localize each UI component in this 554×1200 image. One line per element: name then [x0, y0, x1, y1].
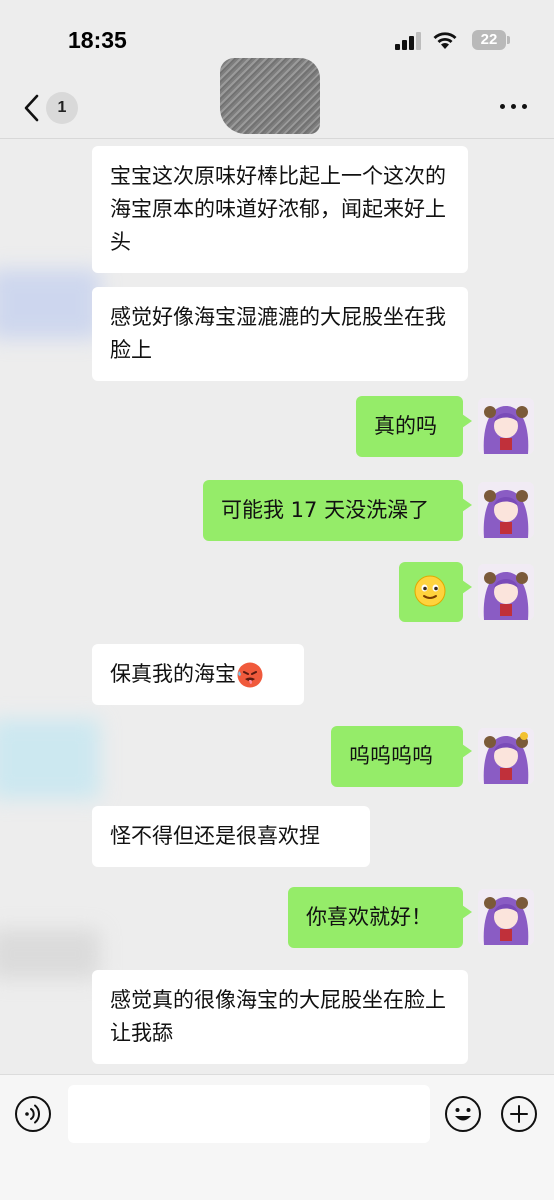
message-text: 感觉好像海宝湿漉漉的大屁股坐在我脸上 [110, 305, 446, 362]
avatar[interactable] [478, 889, 534, 945]
message-bubble-incoming[interactable]: 保真我的海宝 [92, 644, 304, 705]
background-smudge [0, 269, 100, 339]
unread-count-badge: 1 [46, 92, 78, 124]
message-bubble-incoming[interactable]: 宝宝这次原味好棒比起上一个这次的海宝原本的味道好浓郁，闻起来好上头 [92, 146, 468, 273]
battery-level: 22 [472, 30, 506, 50]
message-text: 宝宝这次原味好棒比起上一个这次的海宝原本的味道好浓郁，闻起来好上头 [110, 164, 446, 254]
message-input[interactable] [68, 1085, 430, 1143]
message-bubble-outgoing[interactable]: 呜呜呜呜 [331, 726, 472, 787]
battery-icon: 22 [472, 30, 510, 50]
voice-button[interactable] [14, 1095, 52, 1133]
voice-icon [15, 1096, 51, 1132]
wifi-icon [433, 32, 457, 49]
smiling-face-icon [414, 575, 446, 607]
chevron-left-icon [24, 94, 39, 122]
more-icon [500, 104, 505, 109]
message-bubble-incoming[interactable]: 感觉好像海宝湿漉漉的大屁股坐在我脸上 [92, 287, 468, 381]
hot-face-icon [237, 662, 263, 688]
more-actions-button[interactable] [500, 1095, 538, 1133]
background-smudge [0, 719, 100, 799]
emoji-icon [445, 1096, 481, 1132]
input-bar [0, 1074, 554, 1200]
redacted-title [220, 58, 320, 134]
message-bubble-outgoing[interactable] [399, 562, 472, 622]
message-text: 呜呜呜呜 [349, 744, 433, 768]
message-bubble-incoming[interactable]: 怪不得但还是很喜欢捏 [92, 806, 370, 867]
message-bubble-incoming[interactable]: 感觉真的很像海宝的大屁股坐在脸上让我舔 [92, 970, 468, 1064]
message-text: 你喜欢就好！ [306, 905, 432, 929]
message-text: 可能我 17 天没洗澡了 [221, 498, 430, 522]
avatar[interactable] [478, 398, 534, 454]
message-bubble-outgoing[interactable]: 你喜欢就好！ [288, 887, 472, 948]
avatar[interactable] [478, 728, 534, 784]
message-text: 保真我的海宝 [110, 662, 236, 686]
message-text: 感觉真的很像海宝的大屁股坐在脸上让我舔 [110, 988, 446, 1045]
avatar[interactable] [478, 482, 534, 538]
message-bubble-outgoing[interactable]: 真的吗 [356, 396, 472, 457]
message-text: 怪不得但还是很喜欢捏 [110, 824, 320, 848]
message-list[interactable]: 宝宝这次原味好棒比起上一个这次的海宝原本的味道好浓郁，闻起来好上头 感觉好像海宝… [0, 139, 554, 1074]
message-text: 真的吗 [374, 414, 437, 438]
back-button[interactable]: 1 [18, 88, 86, 128]
status-time: 18:35 [68, 27, 127, 53]
message-bubble-outgoing[interactable]: 可能我 17 天没洗澡了 [203, 480, 472, 541]
avatar[interactable] [478, 564, 534, 620]
more-button[interactable] [500, 102, 528, 114]
plus-icon [501, 1096, 537, 1132]
background-smudge [0, 929, 100, 979]
emoji-button[interactable] [444, 1095, 482, 1133]
signal-icon [395, 32, 421, 50]
